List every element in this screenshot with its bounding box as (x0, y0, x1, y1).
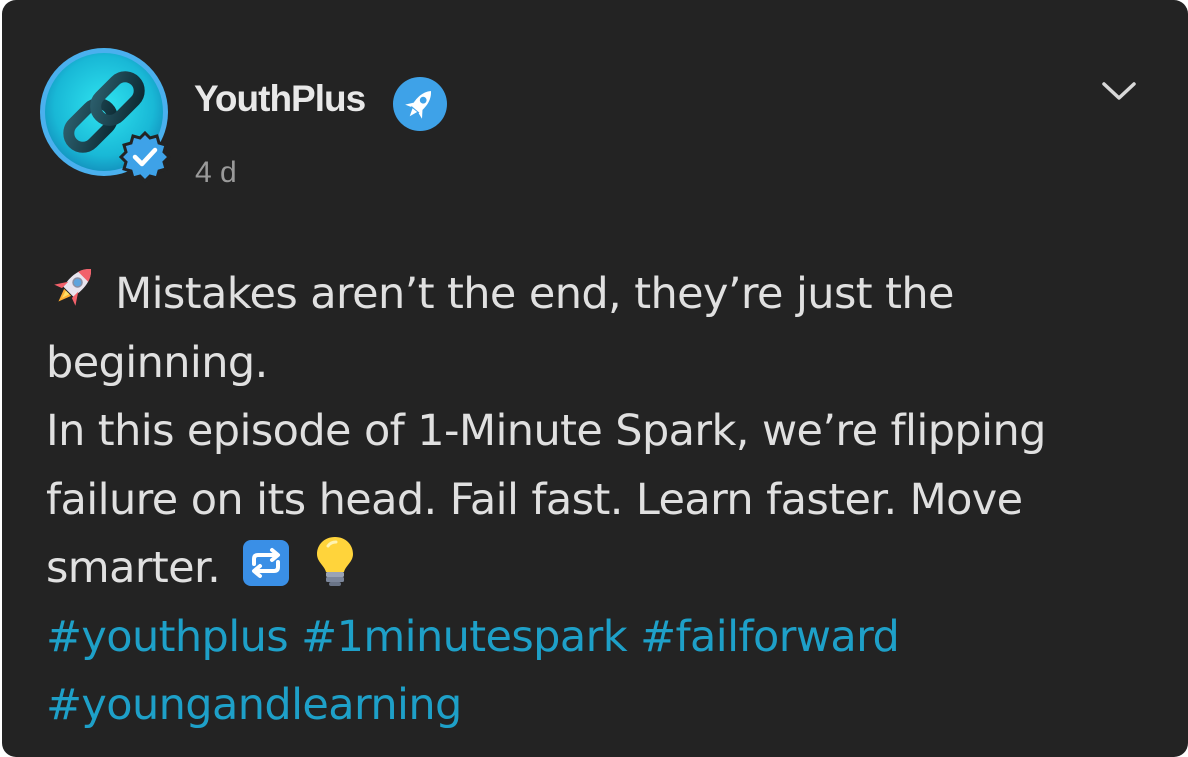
post-text-line-4: failure on its head. Fail fast. Learn fa… (46, 474, 1023, 525)
hashtag-failforward[interactable]: #failforward (640, 612, 900, 662)
post-text-line-2: beginning. (46, 337, 268, 388)
profile-avatar[interactable] (38, 46, 172, 184)
hashtag-1minutespark[interactable]: #1minutespark (301, 612, 627, 662)
post-card: YouthPlus 4 d Mistakes aren’t the end, t… (2, 0, 1188, 757)
hashtag-line-2: #youngandlearning (46, 671, 1126, 740)
hashtag-youthplus[interactable]: #youthplus (46, 612, 289, 662)
hashtag-youngandlearning[interactable]: #youngandlearning (46, 680, 462, 730)
rocket-badge-icon (393, 77, 447, 131)
lightbulb-emoji (317, 537, 354, 586)
repeat-emoji (243, 540, 290, 586)
post-text-line-3: In this episode of 1-Minute Spark, we’re… (46, 406, 1046, 456)
post-text-line-5: smarter. (46, 543, 221, 593)
chevron-down-icon (1102, 82, 1136, 100)
post-options-button[interactable] (1098, 74, 1140, 108)
post-line-1: Mistakes aren’t the end, they’re just th… (46, 258, 1126, 329)
post-text: Mistakes aren’t the end, they’re just th… (46, 258, 1126, 740)
hashtag-line-1: #youthplus #1minutespark #failforward (46, 603, 1126, 672)
verified-check-icon (118, 130, 172, 184)
post-text-line-1: Mistakes aren’t the end, they’re just th… (115, 269, 954, 319)
author-name[interactable]: YouthPlus (194, 78, 366, 120)
rocket-emoji (54, 268, 92, 306)
post-line-5: smarter. (46, 534, 1126, 603)
post-timestamp[interactable]: 4 d (195, 156, 237, 190)
